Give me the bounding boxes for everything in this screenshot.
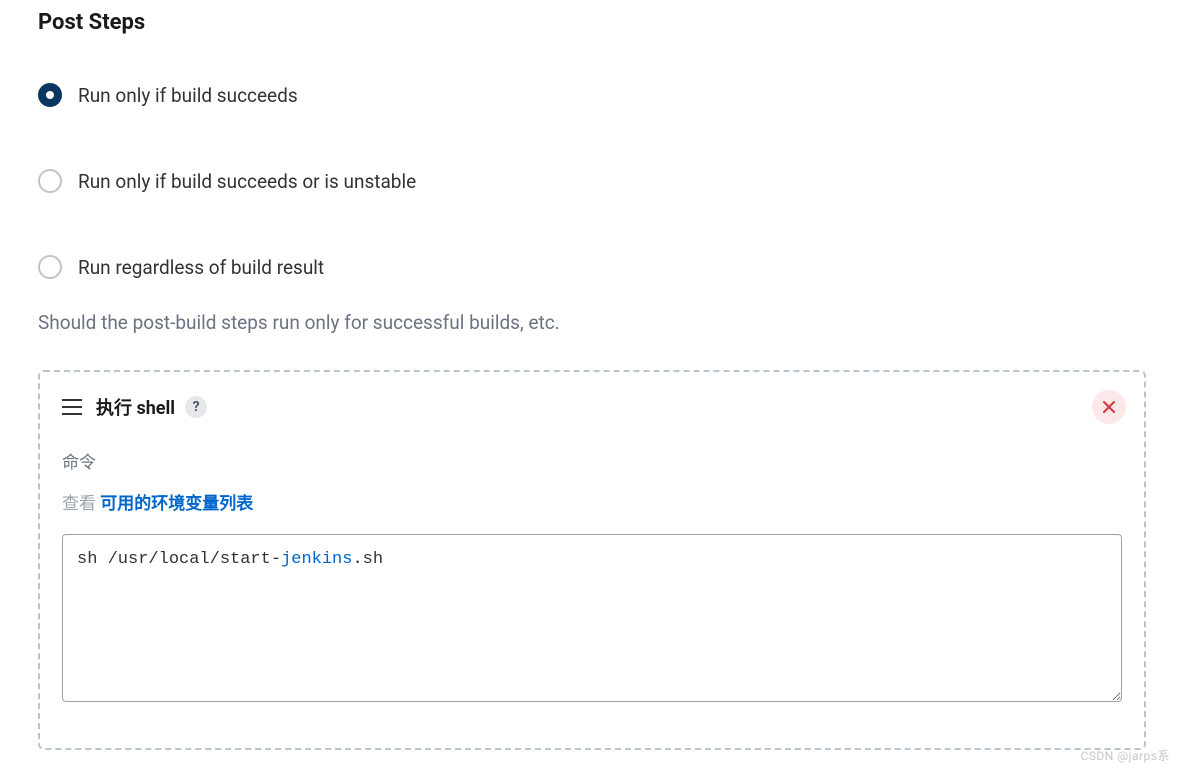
watermark: CSDN @jarps系 [1080, 747, 1170, 764]
delete-step-button[interactable] [1092, 390, 1126, 424]
link-prefix: 查看 [62, 494, 100, 514]
shell-command-input[interactable]: sh /usr/local/start-jenkins.sh [62, 534, 1122, 702]
radio-label: Run regardless of build result [78, 256, 324, 279]
close-icon [1102, 400, 1116, 414]
command-label: 命令 [62, 448, 1122, 473]
env-vars-link-row: 查看 可用的环境变量列表 [62, 489, 1122, 514]
radio-label: Run only if build succeeds [78, 84, 298, 107]
radio-run-if-succeeds[interactable]: Run only if build succeeds [38, 83, 1146, 107]
execute-shell-step-panel: 执行 shell ? 命令 查看 可用的环境变量列表 sh /usr/local… [38, 370, 1146, 750]
radio-label: Run only if build succeeds or is unstabl… [78, 170, 416, 193]
radio-icon [38, 169, 62, 193]
step-title: 执行 shell [96, 394, 175, 420]
radio-run-if-succeeds-or-unstable[interactable]: Run only if build succeeds or is unstabl… [38, 169, 1146, 193]
post-steps-help-text: Should the post-build steps run only for… [38, 311, 1146, 334]
radio-run-regardless[interactable]: Run regardless of build result [38, 255, 1146, 279]
step-header: 执行 shell ? [62, 394, 1122, 420]
env-vars-link[interactable]: 可用的环境变量列表 [100, 494, 253, 514]
radio-icon [38, 255, 62, 279]
help-icon[interactable]: ? [185, 396, 207, 418]
section-title: Post Steps [38, 10, 1146, 35]
radio-group-post-conditions: Run only if build succeeds Run only if b… [38, 83, 1146, 279]
drag-handle-icon[interactable] [62, 399, 82, 415]
radio-icon [38, 83, 62, 107]
